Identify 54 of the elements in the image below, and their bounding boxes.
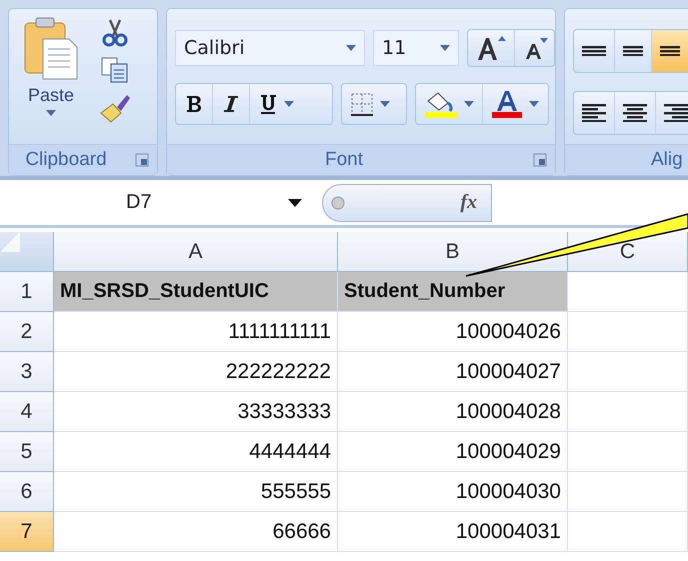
table-cell: 66666 (54, 512, 338, 552)
table-cell: 222222222 (54, 352, 338, 392)
dropdown-caret-icon[interactable] (288, 198, 302, 206)
table-cell: 4444444 (54, 432, 338, 472)
table-cell: Student_Number (338, 272, 568, 312)
format-painter-icon[interactable] (99, 93, 131, 123)
dialog-launcher-icon[interactable] (533, 153, 547, 167)
align-top-icon (582, 46, 606, 56)
table-cell: 100004027 (338, 352, 568, 392)
triangle-icon (0, 232, 20, 252)
clipboard-icon (23, 17, 79, 81)
table-cell: 100004029 (338, 432, 568, 472)
group-label: Clipboard (24, 149, 108, 171)
resize-handle-icon[interactable] (331, 196, 345, 210)
underline-icon (258, 93, 278, 115)
table-cell: 555555 (54, 472, 338, 512)
group-label: Alig (651, 149, 683, 171)
paste-button[interactable]: Paste (9, 9, 87, 144)
borders-icon (350, 92, 374, 116)
align-bottom-button[interactable] (652, 30, 688, 72)
table-cell: 1111111111 (54, 312, 338, 352)
group-label: Font (324, 149, 364, 171)
row-header[interactable]: 5 (0, 432, 54, 472)
font-color-icon (491, 89, 523, 119)
font-size-field[interactable]: 11 (373, 30, 459, 66)
row-header[interactable]: 1 (0, 272, 54, 312)
column-header[interactable]: B (338, 232, 568, 272)
dialog-launcher-icon[interactable] (135, 153, 149, 167)
copy-icon[interactable] (101, 57, 129, 83)
table-cell: MI_SRSD_StudentUIC (54, 272, 338, 312)
align-right-icon (664, 104, 688, 122)
scissors-icon[interactable] (102, 19, 128, 47)
row-header[interactable]: 3 (0, 352, 54, 392)
name-box[interactable]: D7 (0, 182, 310, 222)
align-left-icon (582, 104, 606, 122)
bold-icon (184, 94, 204, 114)
row-header[interactable]: 2 (0, 312, 54, 352)
table-cell: 33333333 (54, 392, 338, 432)
row-header[interactable]: 7 (0, 512, 54, 552)
align-center-icon (623, 104, 647, 122)
font-name-field[interactable]: Calibri (175, 30, 365, 66)
insert-function-button[interactable]: fx (460, 191, 477, 214)
align-middle-icon (623, 46, 643, 56)
table-cell: 100004030 (338, 472, 568, 512)
table-cell: 100004031 (338, 512, 568, 552)
row-header[interactable]: 4 (0, 392, 54, 432)
grow-font-icon (476, 35, 506, 61)
table-cell: 100004028 (338, 392, 568, 432)
align-bottom-icon (660, 46, 680, 56)
table-cell: 100004026 (338, 312, 568, 352)
row-header[interactable]: 6 (0, 472, 54, 512)
shrink-font-icon (523, 36, 549, 60)
italic-icon (221, 94, 241, 114)
column-header[interactable]: A (54, 232, 338, 272)
